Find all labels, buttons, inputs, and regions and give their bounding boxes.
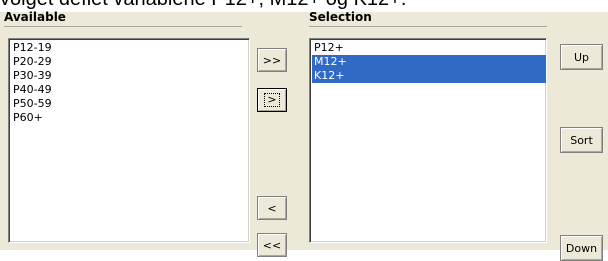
- up-button[interactable]: Up: [560, 44, 603, 70]
- remove-button-label: <: [267, 201, 277, 215]
- selection-header: Selection: [309, 10, 372, 24]
- available-item[interactable]: P20-29: [11, 55, 249, 69]
- available-header-divider: [4, 26, 242, 27]
- selection-item[interactable]: M12+: [312, 55, 546, 69]
- selection-list[interactable]: P12+ M12+ K12+: [309, 38, 547, 243]
- add-all-button[interactable]: >>: [257, 48, 287, 72]
- available-item[interactable]: P12-19: [11, 41, 249, 55]
- sort-button[interactable]: Sort: [560, 127, 603, 153]
- available-item[interactable]: P50-59: [11, 97, 249, 111]
- caption-text: volget deflet variabiene P12+, M12+ og K…: [0, 0, 608, 11]
- add-button[interactable]: >: [257, 88, 287, 112]
- available-item[interactable]: P40-49: [11, 83, 249, 97]
- remove-button[interactable]: <: [257, 196, 287, 220]
- add-all-button-label: >>: [262, 53, 282, 67]
- down-button-label: Down: [565, 241, 598, 255]
- remove-all-button[interactable]: <<: [257, 233, 287, 257]
- selection-item[interactable]: P12+: [312, 41, 546, 55]
- available-header: Available: [4, 10, 66, 24]
- add-button-label: >: [264, 93, 280, 107]
- available-item[interactable]: P60+: [11, 111, 249, 125]
- up-button-label: Up: [573, 50, 590, 64]
- available-list[interactable]: P12-19 P20-29 P30-39 P40-49 P50-59 P60+: [8, 38, 250, 243]
- sort-button-label: Sort: [570, 133, 593, 147]
- selection-item[interactable]: K12+: [312, 69, 546, 83]
- down-button[interactable]: Down: [560, 235, 603, 261]
- available-item[interactable]: P30-39: [11, 69, 249, 83]
- selection-header-divider: [309, 26, 547, 27]
